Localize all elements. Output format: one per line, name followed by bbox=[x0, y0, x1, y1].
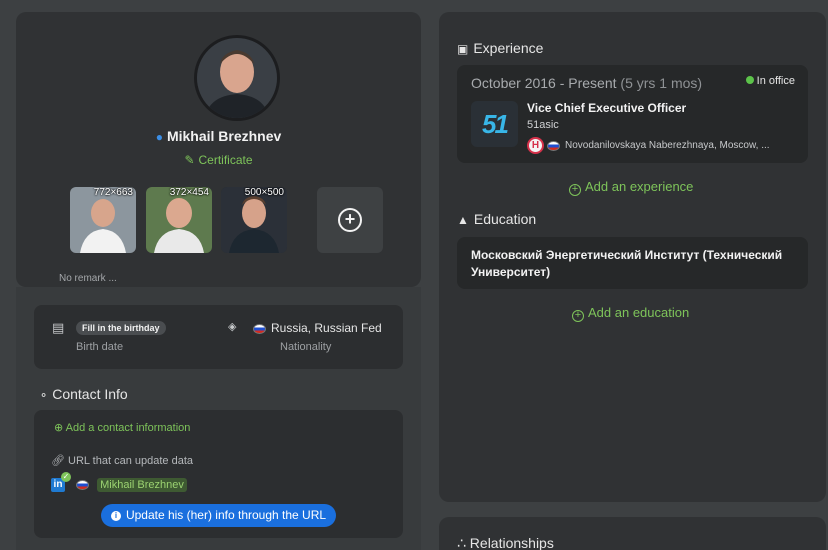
russia-flag-icon bbox=[547, 140, 560, 151]
education-heading: ▲ Education bbox=[457, 211, 537, 227]
certificate-link[interactable]: ✎ Certificate bbox=[16, 153, 421, 167]
briefcase-icon: ▣ bbox=[457, 42, 469, 56]
relationships-card: ∴ Relationships bbox=[439, 517, 826, 550]
link-icon: 🔗︎ bbox=[51, 455, 69, 467]
linkedin-profile-link[interactable]: Mikhail Brezhnev bbox=[97, 478, 187, 492]
update-url-label: 🔗︎ URL that can update data bbox=[51, 455, 193, 467]
plus-circle-icon: + bbox=[338, 208, 362, 232]
job-title: Vice Chief Executive Officer bbox=[527, 101, 687, 115]
status-dot-icon bbox=[745, 76, 754, 84]
photo-thumbnail-3[interactable]: 500×500 bbox=[221, 187, 287, 253]
experience-heading: ▣ Experience bbox=[457, 40, 544, 56]
russia-flag-icon bbox=[253, 323, 266, 334]
add-experience-link[interactable]: + Add an experience bbox=[569, 179, 693, 196]
company-location: H Novodanilovskaya Naberezhnaya, Moscow, … bbox=[527, 137, 797, 154]
user-icon: ● bbox=[155, 130, 163, 144]
experience-duration: (5 yrs 1 mos) bbox=[620, 75, 703, 91]
avatar-image bbox=[197, 38, 277, 118]
photo-dimensions: 372×454 bbox=[169, 187, 209, 198]
birthday-cake-icon: ▤ bbox=[52, 320, 65, 335]
status-badge: In office bbox=[745, 75, 795, 87]
add-education-link[interactable]: + Add an education bbox=[572, 305, 689, 322]
world-map-icon: ◈ bbox=[228, 321, 237, 333]
experience-period: October 2016 - Present (5 yrs 1 mos) bbox=[471, 75, 703, 91]
contact-info-box: ⊕ Add a contact information 🔗︎ URL that … bbox=[34, 410, 403, 538]
photo-dimensions: 500×500 bbox=[244, 187, 284, 198]
graduation-cap-icon: ▲ bbox=[457, 213, 469, 227]
career-card: ▣ Experience October 2016 - Present (5 yr… bbox=[439, 12, 826, 502]
education-institution: Московский Энергетический Институт (Техн… bbox=[471, 248, 783, 279]
linkedin-icon[interactable]: in ✓ bbox=[51, 472, 71, 492]
plus-circle-icon: + bbox=[569, 184, 581, 196]
company-logo[interactable]: 51 bbox=[471, 101, 518, 147]
pencil-icon: ✎ bbox=[184, 153, 195, 167]
russia-flag-icon bbox=[76, 480, 90, 490]
profile-avatar[interactable] bbox=[194, 35, 280, 121]
verified-check-icon: ✓ bbox=[61, 472, 71, 482]
profile-name: ● Mikhail Brezhnev bbox=[155, 128, 282, 144]
photo-thumbnail-2[interactable]: 372×454 bbox=[146, 187, 212, 253]
birth-date-label: Birth date bbox=[76, 341, 124, 353]
network-icon: ∴ bbox=[457, 535, 470, 550]
company-name[interactable]: 51asic bbox=[527, 119, 559, 131]
experience-item[interactable]: October 2016 - Present (5 yrs 1 mos) In … bbox=[457, 65, 808, 163]
nationality-value: Russia, Russian Fed bbox=[253, 321, 403, 335]
contact-info-heading: ⚬ Contact Info bbox=[39, 386, 128, 402]
photo-thumbnail-1[interactable]: 772×663 bbox=[70, 187, 136, 253]
remark-field[interactable]: No remark ... bbox=[59, 273, 117, 284]
add-contact-link[interactable]: ⊕ Add a contact information bbox=[54, 421, 190, 434]
add-photo-button[interactable]: + bbox=[317, 187, 383, 253]
update-info-button[interactable]: i Update his (her) info through the URL bbox=[101, 504, 336, 527]
hh-badge-icon[interactable]: H bbox=[527, 137, 544, 154]
relationships-heading: ∴ Relationships bbox=[457, 535, 554, 550]
nationality-label: Nationality bbox=[280, 341, 332, 353]
profile-card: ● Mikhail Brezhnev ✎ Certificate 772×663 3… bbox=[16, 12, 421, 287]
personal-details-box: ▤ Fill in the birthday Birth date ◈ Russ… bbox=[34, 305, 403, 369]
linkedin-entry: in ✓ Mikhail Brezhnev bbox=[51, 472, 187, 492]
education-item[interactable]: Московский Энергетический Институт (Техн… bbox=[457, 237, 808, 289]
fill-birthday-button[interactable]: Fill in the birthday bbox=[76, 321, 166, 335]
plus-circle-icon: ⊕ bbox=[54, 422, 66, 434]
plus-circle-icon: + bbox=[572, 310, 584, 322]
chat-icon: ⚬ bbox=[39, 390, 49, 402]
photo-dimensions: 772×663 bbox=[93, 187, 133, 198]
info-icon: i bbox=[110, 510, 121, 521]
